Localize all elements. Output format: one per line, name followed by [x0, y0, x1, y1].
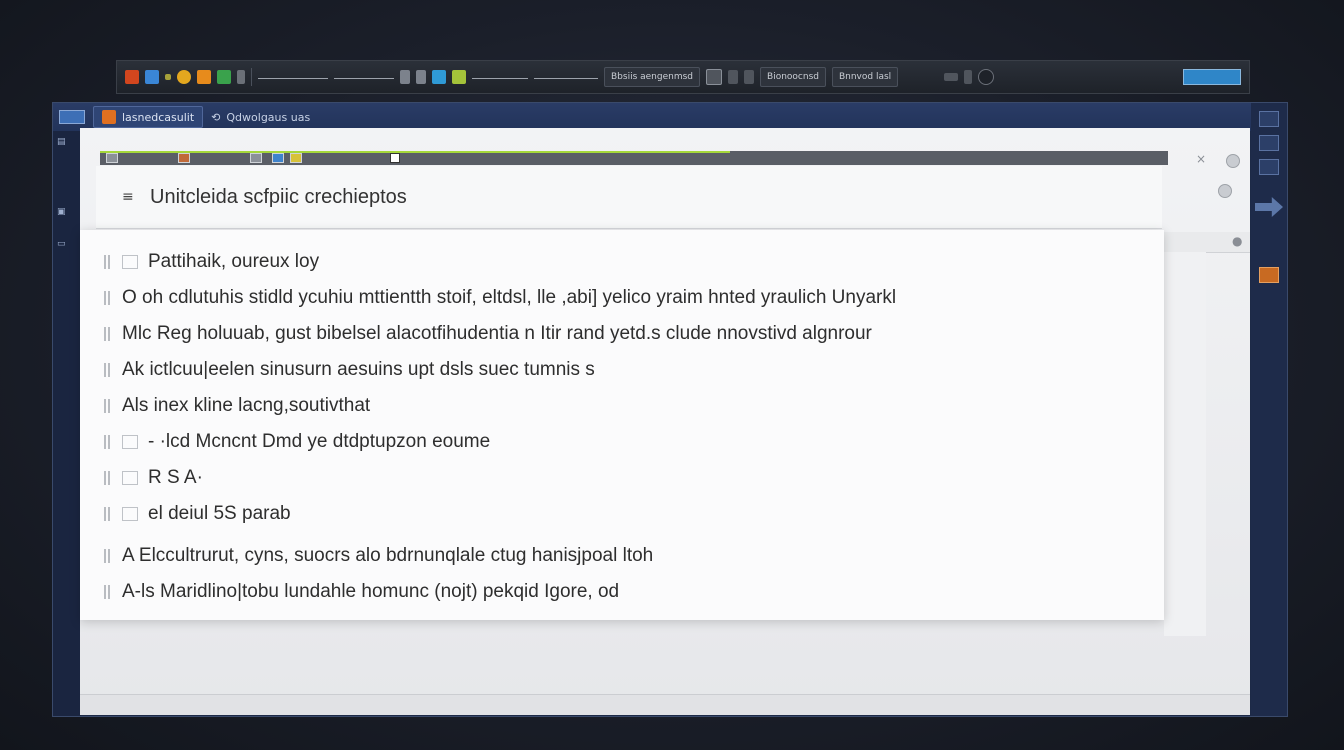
tab-secondary-label: Qdwolgaus uas	[226, 110, 311, 124]
top-toolbar: Bbsiis aengenmsd Bionoocnsd Bnnvod lasl	[116, 60, 1250, 94]
small-dot-icon	[165, 74, 171, 80]
toolbar-slider-4[interactable]	[534, 72, 598, 82]
list-item-text: el deiul 5S parab	[148, 503, 291, 524]
checkbox-icon[interactable]	[122, 471, 138, 485]
drag-handle-icon[interactable]	[104, 434, 114, 450]
list-item[interactable]: O oh cdlutuhis stidld ycuhiu mttientth s…	[104, 280, 1144, 316]
rail-button-4[interactable]	[1259, 267, 1279, 283]
toolbar-accent-button[interactable]	[1183, 69, 1241, 85]
list-item[interactable]: Ak ictlcuu|eelen sinusurn aesuins upt ds…	[104, 352, 1144, 388]
list-item-text: Ak ictlcuu|eelen sinusurn aesuins upt ds…	[122, 359, 595, 380]
toolbar-slider-2[interactable]	[334, 72, 394, 82]
checkbox-icon[interactable]	[122, 507, 138, 521]
tab-active-label: lasnedcasulit	[122, 110, 195, 124]
list-item-text: Mlc Reg holuuab, gust bibelsel alacotfih…	[122, 323, 872, 344]
item-list-panel: Pattihaik, oureux loy O oh cdlutuhis sti…	[80, 230, 1164, 620]
list-item[interactable]: Pattihaik, oureux loy	[104, 244, 1144, 280]
checkbox-icon[interactable]	[122, 255, 138, 269]
lock-icon[interactable]	[744, 70, 755, 84]
rail-button-3[interactable]	[1259, 159, 1279, 175]
grid-icon[interactable]	[432, 70, 446, 84]
refresh-icon: ⟲	[211, 110, 221, 124]
rail-icon-3[interactable]: ▭	[57, 239, 66, 249]
rail-icon-1[interactable]: ▤	[57, 137, 66, 147]
list-item[interactable]: Als inex kline lacng,soutivthat	[104, 388, 1144, 424]
folder-icon[interactable]	[197, 70, 211, 84]
window-titlebar: lasnedcasulit ⟲ Qdwolgaus uas	[53, 103, 1287, 131]
list-item-text: - ·lcd Mcncnt Dmd ye dtdptupzon eoume	[148, 431, 491, 452]
drag-handle-icon[interactable]	[104, 290, 114, 306]
app-icon-blue[interactable]	[145, 70, 159, 84]
menu-icon[interactable]	[944, 73, 959, 81]
pointer-icon[interactable]	[416, 70, 426, 84]
progress-fill	[100, 151, 731, 153]
status-bar	[80, 694, 1250, 715]
left-rail: ▤ ▣ ▭	[53, 131, 81, 716]
drag-handle-icon[interactable]	[104, 584, 114, 600]
pin-icon[interactable]	[964, 70, 973, 84]
copy-icon[interactable]	[728, 70, 739, 84]
list-item[interactable]: - ·lcd Mcncnt Dmd ye dtdptupzon eoume	[104, 424, 1144, 460]
window-badge	[59, 110, 85, 124]
rail-button-1[interactable]	[1259, 111, 1279, 127]
list-item-text: Als inex kline lacng,soutivthat	[122, 395, 371, 416]
rail-icon-2[interactable]: ▣	[57, 207, 66, 217]
list-item-text: A-ls Maridlino|tobu lundahle homunc (noj…	[122, 581, 620, 602]
drag-handle-icon[interactable]	[104, 506, 114, 522]
progress-chip-3	[250, 153, 262, 163]
tab-secondary[interactable]: ⟲ Qdwolgaus uas	[211, 111, 310, 124]
right-column	[1164, 252, 1206, 636]
progress-chip-4	[272, 153, 284, 163]
document-header: ≡ Unitcleida scfpiic crechieptos	[96, 166, 1162, 229]
list-item[interactable]: el deiul 5S parab	[104, 496, 1144, 532]
progress-chip-2	[178, 153, 190, 163]
arrow-right-icon[interactable]	[1255, 197, 1283, 217]
progress-bar[interactable]	[100, 151, 1168, 165]
toolbar-slider-3[interactable]	[472, 72, 528, 82]
drag-handle-icon[interactable]	[104, 326, 114, 342]
list-item[interactable]: A Elccultrurut, cyns, suocrs alo bdrnunq…	[104, 538, 1144, 574]
checkbox-icon[interactable]	[122, 435, 138, 449]
drag-handle-icon[interactable]	[104, 398, 114, 414]
progress-chip-5	[290, 153, 302, 163]
tab-active[interactable]: lasnedcasulit	[93, 106, 204, 128]
app-icon-red[interactable]	[125, 70, 139, 84]
right-rail	[1251, 103, 1287, 716]
close-icon[interactable]: ×	[1196, 152, 1206, 166]
brush-icon[interactable]	[452, 70, 466, 84]
drag-handle-icon[interactable]	[104, 470, 114, 486]
list-item[interactable]: Mlc Reg holuuab, gust bibelsel alacotfih…	[104, 316, 1144, 352]
home-icon[interactable]	[706, 69, 723, 85]
progress-handle[interactable]	[390, 153, 400, 163]
toolbar-separator	[251, 68, 252, 86]
option-circle-1[interactable]	[1226, 154, 1240, 168]
item-list: Pattihaik, oureux loy O oh cdlutuhis sti…	[104, 244, 1144, 610]
drag-handle-icon[interactable]	[104, 548, 114, 564]
list-item[interactable]: R S A·	[104, 460, 1144, 496]
list-item-text: A Elccultrurut, cyns, suocrs alo bdrnunq…	[122, 545, 654, 566]
bell-icon[interactable]	[177, 70, 191, 84]
toolbar-button-3[interactable]: Bnnvod lasl	[831, 67, 899, 87]
divider-icon	[237, 70, 245, 84]
rail-button-2[interactable]	[1259, 135, 1279, 151]
dot-menu-icon[interactable]: ●	[1232, 234, 1242, 248]
toolbar-slider-1[interactable]	[258, 72, 328, 82]
settings-icon[interactable]	[978, 69, 995, 85]
cursor-icon[interactable]	[400, 70, 410, 84]
list-item-text: O oh cdlutuhis stidld ycuhiu mttientth s…	[122, 287, 897, 308]
hamburger-icon[interactable]: ≡	[122, 189, 134, 205]
document-title: Unitcleida scfpiic crechieptos	[150, 185, 407, 208]
list-item-text: Pattihaik, oureux loy	[148, 251, 320, 272]
drag-handle-icon[interactable]	[104, 362, 114, 378]
toolbar-button-1[interactable]: Bbsiis aengenmsd	[604, 67, 701, 87]
option-circle-2[interactable]	[1218, 184, 1232, 198]
list-item-text: R S A·	[148, 467, 203, 488]
app-icon	[102, 110, 116, 124]
list-item[interactable]: A-ls Maridlino|tobu lundahle homunc (noj…	[104, 574, 1144, 610]
drag-handle-icon[interactable]	[104, 254, 114, 270]
progress-chip-1	[106, 153, 118, 163]
toolbar-button-2[interactable]: Bionoocnsd	[760, 67, 826, 87]
chart-icon[interactable]	[217, 70, 231, 84]
